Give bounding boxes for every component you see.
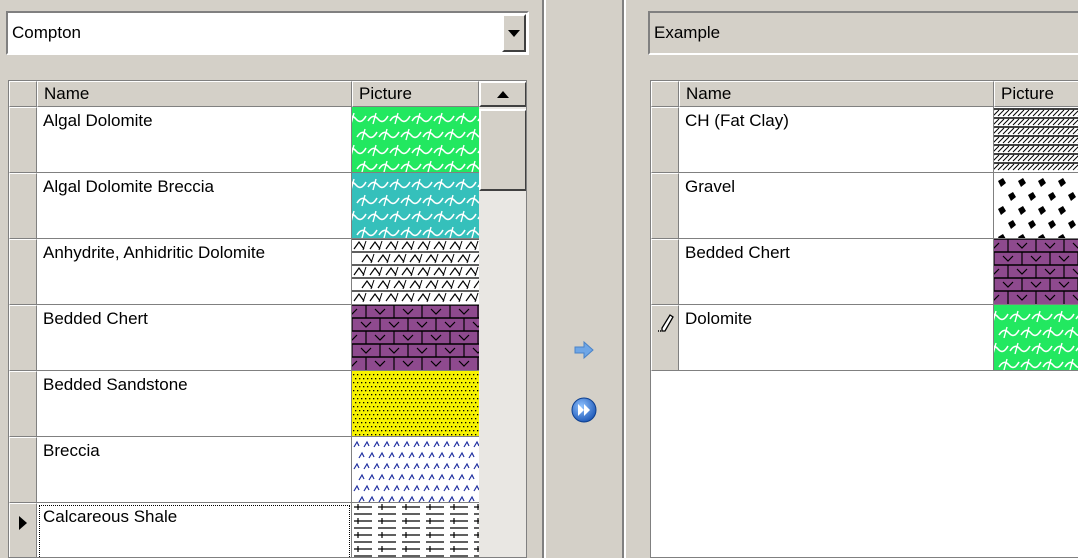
pattern-swatch [352, 173, 479, 238]
name-cell[interactable]: Algal Dolomite Breccia [37, 173, 352, 239]
row-name-text: CH (Fat Clay) [685, 111, 789, 130]
name-cell[interactable]: Anhydrite, Anhidritic Dolomite [37, 239, 352, 305]
row-selector[interactable] [9, 107, 37, 173]
column-name-label: Name [44, 84, 90, 103]
selected-grid-header: Name Picture [651, 81, 1078, 107]
name-cell[interactable]: Calcareous Shale [37, 503, 352, 557]
row-selector[interactable] [651, 107, 679, 173]
chevron-up-icon [497, 90, 509, 98]
table-row[interactable]: Bedded Chert [651, 239, 1078, 305]
row-name-text: Dolomite [685, 309, 753, 328]
library-vertical-scrollbar[interactable] [479, 81, 526, 557]
table-row[interactable]: Bedded Sandstone [9, 371, 479, 437]
library-dropdown[interactable]: Compton [6, 11, 529, 55]
row-selector[interactable] [651, 239, 679, 305]
row-selector[interactable] [9, 173, 37, 239]
add-pattern-button[interactable] [572, 338, 596, 362]
picture-cell[interactable] [994, 305, 1078, 371]
library-column-name[interactable]: Name [37, 81, 352, 107]
row-name-text: Algal Dolomite Breccia [43, 177, 215, 196]
name-cell[interactable]: Bedded Chert [679, 239, 994, 305]
pattern-swatch [994, 173, 1078, 238]
library-pattern-grid[interactable]: Name Picture Algal Dolomite Algal Dolomit… [8, 80, 527, 558]
pattern-set-name-value: Example [654, 23, 721, 42]
fast-forward-icon [571, 397, 597, 423]
row-name-text: Gravel [685, 177, 736, 196]
library-dropdown-button[interactable] [502, 14, 526, 52]
table-row[interactable]: Dolomite [651, 305, 1078, 371]
row-name-text: Bedded Sandstone [43, 375, 188, 394]
table-row[interactable]: Gravel [651, 173, 1078, 239]
chevron-down-icon [508, 29, 520, 37]
pattern-swatch [994, 107, 1078, 172]
picture-cell[interactable] [352, 305, 479, 371]
name-cell[interactable]: Bedded Sandstone [37, 371, 352, 437]
row-selector[interactable] [9, 437, 37, 503]
pattern-swatch [994, 239, 1078, 304]
row-selector[interactable] [651, 305, 679, 371]
pattern-swatch [352, 437, 479, 502]
name-cell[interactable]: CH (Fat Clay) [679, 107, 994, 173]
table-row[interactable]: CH (Fat Clay) [651, 107, 1078, 173]
picture-cell[interactable] [994, 239, 1078, 305]
arrow-right-icon [574, 340, 594, 360]
picture-cell[interactable] [352, 371, 479, 437]
pattern-set-name-field[interactable]: Example [648, 11, 1078, 55]
selected-row-header-corner [651, 81, 679, 107]
row-selector[interactable] [651, 173, 679, 239]
pattern-swatch [352, 239, 479, 304]
row-name-text: Bedded Chert [685, 243, 790, 262]
name-cell[interactable]: Algal Dolomite [37, 107, 352, 173]
pattern-swatch [352, 305, 479, 370]
table-row[interactable]: Bedded Chert [9, 305, 479, 371]
picture-cell[interactable] [352, 503, 479, 557]
pencil-icon [658, 314, 674, 332]
library-column-picture[interactable]: Picture [352, 81, 479, 107]
library-row-header-corner [9, 81, 37, 107]
library-dropdown-value: Compton [12, 23, 81, 42]
add-all-patterns-button[interactable] [570, 396, 598, 424]
row-selector[interactable] [9, 239, 37, 305]
pane-divider-left-highlight [544, 0, 546, 558]
column-name-label: Name [686, 84, 732, 103]
table-row[interactable]: Calcareous Shale [9, 503, 479, 557]
selected-column-picture[interactable]: Picture [994, 81, 1078, 107]
name-cell[interactable]: Dolomite [679, 305, 994, 371]
library-grid-header: Name Picture [9, 81, 526, 107]
selected-column-name[interactable]: Name [679, 81, 994, 107]
name-cell[interactable]: Gravel [679, 173, 994, 239]
picture-cell[interactable] [994, 173, 1078, 239]
column-picture-label: Picture [359, 84, 412, 103]
row-pointer-icon [19, 516, 27, 530]
row-name-text: Algal Dolomite [43, 111, 153, 130]
column-picture-label: Picture [1001, 84, 1054, 103]
row-name-text: Bedded Chert [43, 309, 148, 328]
pane-divider-right-highlight [624, 0, 626, 558]
pattern-swatch [352, 107, 479, 172]
table-row[interactable]: Algal Dolomite [9, 107, 479, 173]
picture-cell[interactable] [352, 239, 479, 305]
row-name-text: Calcareous Shale [43, 507, 178, 526]
picture-cell[interactable] [352, 173, 479, 239]
pattern-swatch [352, 371, 479, 436]
row-selector[interactable] [9, 503, 37, 557]
name-cell[interactable]: Bedded Chert [37, 305, 352, 371]
scroll-up-button[interactable] [479, 81, 526, 107]
name-cell[interactable]: Breccia [37, 437, 352, 503]
row-selector[interactable] [9, 305, 37, 371]
row-selector[interactable] [9, 371, 37, 437]
scroll-thumb[interactable] [479, 109, 526, 191]
picture-cell[interactable] [994, 107, 1078, 173]
table-row[interactable]: Breccia [9, 437, 479, 503]
row-name-text: Breccia [43, 441, 100, 460]
table-row[interactable]: Anhydrite, Anhidritic Dolomite [9, 239, 479, 305]
pattern-swatch [352, 503, 479, 557]
pattern-swatch [994, 305, 1078, 370]
picture-cell[interactable] [352, 437, 479, 503]
table-row[interactable]: Algal Dolomite Breccia [9, 173, 479, 239]
selected-pattern-grid[interactable]: Name Picture CH (Fat Clay) Gravel Bedded C… [650, 80, 1078, 558]
row-name-text: Anhydrite, Anhidritic Dolomite [43, 243, 266, 262]
picture-cell[interactable] [352, 107, 479, 173]
